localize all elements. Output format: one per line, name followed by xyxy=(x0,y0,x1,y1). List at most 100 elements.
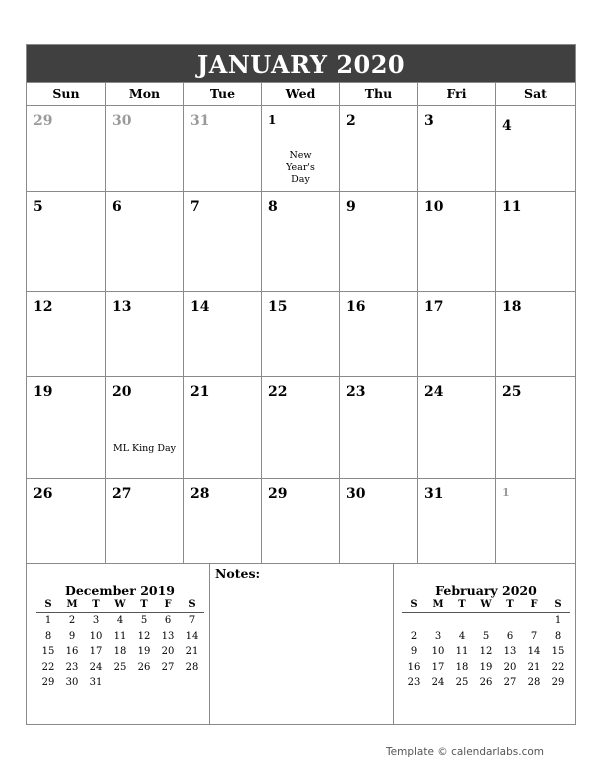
day-cell[interactable]: 29 xyxy=(27,106,106,192)
mini-weekday-label: S xyxy=(36,598,60,613)
mini-weekday-label: W xyxy=(108,598,132,613)
day-cell[interactable]: 31 xyxy=(184,106,262,192)
mini-day: 7 xyxy=(530,630,538,642)
mini-day: 2 xyxy=(410,630,418,642)
mini-day: 21 xyxy=(185,646,199,657)
mini-calendar-previous: December 2019 S M T W T F S 1 2 3 4 5 6 7 8 9 10 11 12 13 14… xyxy=(36,583,204,691)
mini-day: 31 xyxy=(89,677,103,688)
day-cell[interactable]: 14 xyxy=(184,292,262,377)
day-number: 24 xyxy=(424,384,444,400)
mini-weekday-label: F xyxy=(522,598,546,613)
holiday-label: ML King Day xyxy=(112,443,177,454)
day-cell[interactable]: 18 xyxy=(496,292,576,377)
mini-day: 8 xyxy=(554,630,562,642)
day-number: 22 xyxy=(268,384,288,400)
day-number: 30 xyxy=(112,113,132,129)
mini-day: 10 xyxy=(89,630,103,642)
day-cell[interactable]: 31 xyxy=(418,479,496,564)
day-cell[interactable]: 23 xyxy=(340,377,418,479)
mini-day: 15 xyxy=(41,646,55,657)
mini-day: 13 xyxy=(161,630,175,642)
mini-day: 6 xyxy=(506,630,514,642)
mini-day: 25 xyxy=(455,677,469,688)
mini-weekday-label: S xyxy=(546,598,570,613)
day-number: 29 xyxy=(33,113,53,129)
month-title: JANUARY 2020 xyxy=(26,44,576,83)
weekday-label: Sun xyxy=(27,83,106,106)
mini-day: 14 xyxy=(527,646,541,657)
day-cell[interactable]: 5 xyxy=(27,192,106,292)
day-cell[interactable]: 1 New Year's Day xyxy=(262,106,340,192)
day-cell[interactable]: 13 xyxy=(106,292,184,377)
day-cell[interactable]: 27 xyxy=(106,479,184,564)
day-number: 19 xyxy=(33,384,53,400)
day-cell[interactable]: 1 xyxy=(496,479,576,564)
mini-day: 1 xyxy=(554,615,562,626)
day-cell[interactable]: 30 xyxy=(106,106,184,192)
day-cell[interactable]: 4 xyxy=(496,106,576,192)
day-cell[interactable]: 25 xyxy=(496,377,576,479)
day-cell[interactable]: 21 xyxy=(184,377,262,479)
day-number: 15 xyxy=(268,299,288,315)
day-cell[interactable]: 11 xyxy=(496,192,576,292)
day-cell[interactable]: 12 xyxy=(27,292,106,377)
day-cell[interactable]: 6 xyxy=(106,192,184,292)
day-number: 9 xyxy=(346,199,356,215)
day-cell[interactable]: 15 xyxy=(262,292,340,377)
day-cell[interactable]: 10 xyxy=(418,192,496,292)
mini-calendar-grid: S M T W T F S 1 2 3 4 5 6 7 8 9 10 11 12 13 14 15 16 17 18 19 20 21… xyxy=(36,598,204,691)
day-number: 7 xyxy=(190,199,200,215)
day-cell[interactable]: 20 ML King Day xyxy=(106,377,184,479)
notes-area[interactable]: Notes: xyxy=(209,563,394,724)
day-number: 30 xyxy=(346,486,366,502)
weekday-label: Thu xyxy=(340,83,418,106)
day-cell[interactable]: 7 xyxy=(184,192,262,292)
mini-day: 13 xyxy=(503,646,517,657)
day-number: 21 xyxy=(190,384,210,400)
holiday-label: New Year's Day xyxy=(286,150,315,185)
day-cell[interactable]: 22 xyxy=(262,377,340,479)
mini-day: 17 xyxy=(89,646,103,657)
day-cell[interactable]: 26 xyxy=(27,479,106,564)
mini-day: 9 xyxy=(68,630,76,642)
day-number: 3 xyxy=(424,113,434,129)
mini-day: 20 xyxy=(503,661,517,673)
day-cell[interactable]: 9 xyxy=(340,192,418,292)
mini-day: 3 xyxy=(434,630,442,642)
mini-blank xyxy=(474,613,498,629)
day-cell[interactable]: 24 xyxy=(418,377,496,479)
mini-day: 3 xyxy=(92,615,100,626)
mini-day: 4 xyxy=(458,630,466,642)
mini-weekday-label: T xyxy=(450,598,474,613)
day-cell[interactable]: 17 xyxy=(418,292,496,377)
mini-day: 5 xyxy=(140,615,148,626)
day-number: 11 xyxy=(502,199,522,215)
day-cell[interactable]: 30 xyxy=(340,479,418,564)
mini-day: 10 xyxy=(431,646,445,657)
mini-day: 6 xyxy=(164,615,172,626)
day-cell[interactable]: 16 xyxy=(340,292,418,377)
notes-label: Notes: xyxy=(215,566,261,581)
mini-day: 30 xyxy=(65,677,79,688)
mini-day: 24 xyxy=(89,661,103,673)
mini-day: 23 xyxy=(65,661,79,673)
day-cell[interactable]: 19 xyxy=(27,377,106,479)
day-cell[interactable]: 28 xyxy=(184,479,262,564)
mini-blank xyxy=(522,613,546,629)
mini-day: 7 xyxy=(188,615,196,626)
day-cell[interactable]: 29 xyxy=(262,479,340,564)
day-cell[interactable]: 8 xyxy=(262,192,340,292)
mini-calendar-title: February 2020 xyxy=(435,583,537,598)
day-number: 12 xyxy=(33,299,53,315)
mini-day: 5 xyxy=(482,630,490,642)
mini-day: 21 xyxy=(527,661,541,673)
mini-weekday-label: S xyxy=(180,598,204,613)
mini-weekday-label: S xyxy=(402,598,426,613)
day-cell[interactable]: 2 xyxy=(340,106,418,192)
month-calendar: JANUARY 2020 Sun Mon Tue Wed Thu Fri Sat 29 30 3… xyxy=(26,44,576,564)
day-cell[interactable]: 3 xyxy=(418,106,496,192)
mini-day: 26 xyxy=(137,661,151,673)
calendar-week-row: 19 20 ML King Day 21 22 23 24 25 xyxy=(26,377,576,479)
day-number: 14 xyxy=(190,299,210,315)
mini-day: 4 xyxy=(116,615,124,626)
